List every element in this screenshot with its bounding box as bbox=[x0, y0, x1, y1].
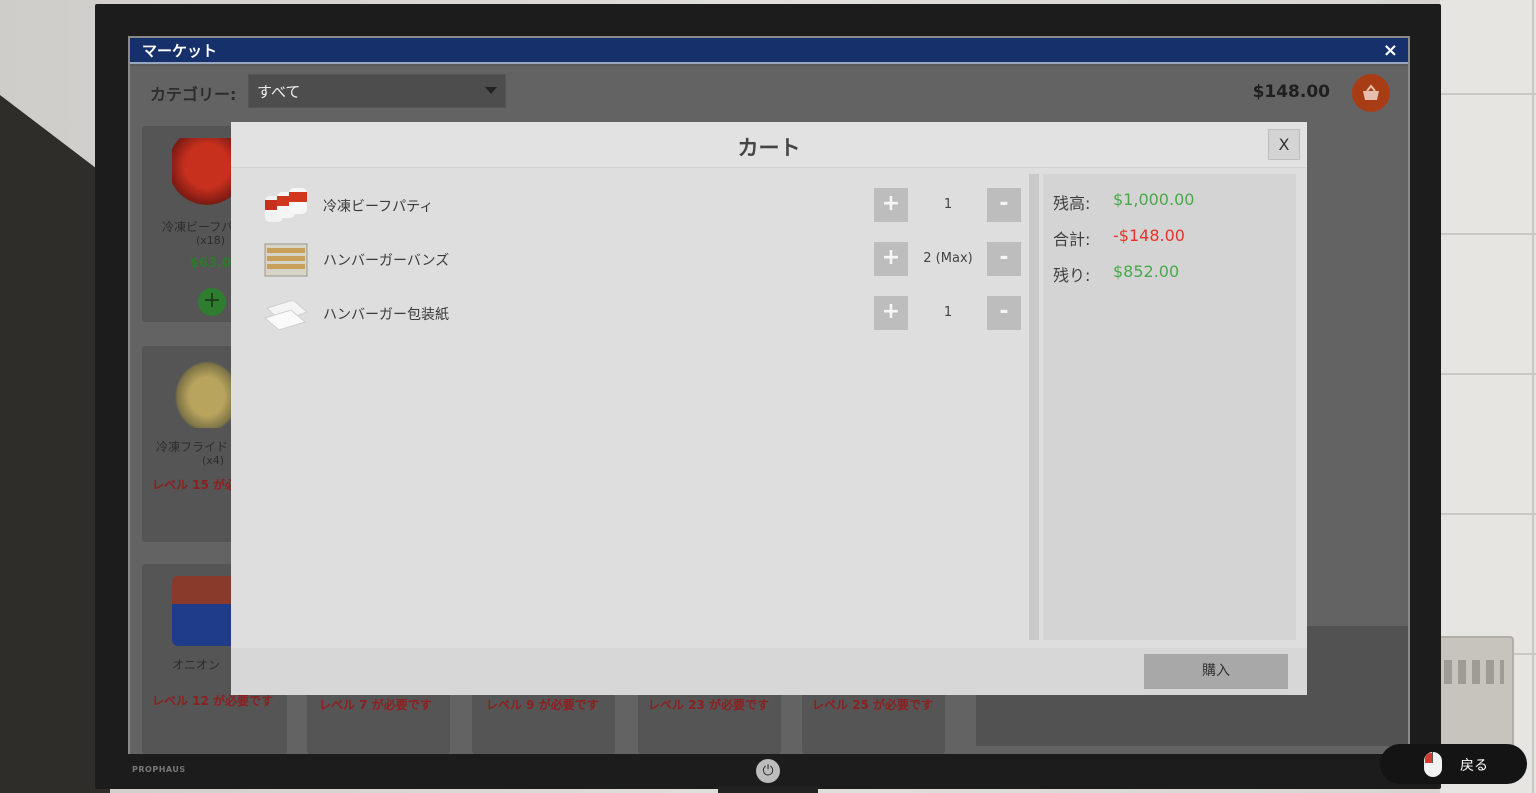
level-lock-text: レベル 15 が必 bbox=[152, 478, 238, 492]
level-lock-text: レベル 7 が必要です bbox=[319, 698, 432, 712]
remaining-value: $852.00 bbox=[1113, 262, 1180, 281]
beef-patty-image bbox=[263, 186, 309, 224]
cart-close-button[interactable]: X bbox=[1268, 129, 1300, 160]
level-lock-text: レベル 25 が必要です bbox=[812, 698, 934, 712]
close-icon[interactable]: × bbox=[1383, 40, 1398, 61]
burger-buns-image bbox=[263, 240, 309, 278]
mouse-right-click-icon bbox=[1424, 752, 1442, 777]
cart-item-quantity: 1 bbox=[943, 305, 953, 320]
monitor-brand: PROPHAUS bbox=[132, 765, 186, 774]
add-to-cart-button[interactable]: + bbox=[198, 288, 226, 316]
product-card: レベル 9 が必要です bbox=[472, 692, 615, 754]
cart-header: カート X bbox=[231, 122, 1307, 168]
balance-display: $148.00 bbox=[1252, 82, 1330, 102]
product-price: $63.0 bbox=[190, 256, 232, 271]
cart-summary: 残高: $1,000.00 合計: -$148.00 残り: $852.00 bbox=[1043, 174, 1296, 640]
category-select[interactable]: すべて bbox=[248, 74, 506, 108]
increase-quantity-button[interactable]: + bbox=[874, 188, 908, 222]
back-hint[interactable]: 戻る bbox=[1380, 744, 1527, 784]
monitor-stand bbox=[718, 786, 818, 793]
total-label: 合計: bbox=[1053, 230, 1091, 249]
back-label: 戻る bbox=[1460, 758, 1488, 774]
basket-glyph bbox=[1363, 84, 1379, 100]
category-label: カテゴリー: bbox=[150, 85, 237, 104]
product-name: 冷凍ビーフパ bbox=[162, 220, 234, 234]
wrapping-paper-image bbox=[263, 294, 309, 332]
balance-label: 残高: bbox=[1053, 194, 1091, 213]
decrease-quantity-button[interactable]: - bbox=[987, 296, 1021, 330]
counter-appliance bbox=[1436, 636, 1514, 756]
level-lock-text: レベル 9 が必要です bbox=[486, 698, 599, 712]
decrease-quantity-button[interactable]: - bbox=[987, 188, 1021, 222]
market-title: マーケット bbox=[142, 41, 218, 60]
cart-item-row: 冷凍ビーフパティ + 1 - bbox=[243, 184, 1028, 224]
cart-item-quantity: 2 (Max) bbox=[923, 251, 973, 266]
product-card: レベル 7 が必要です bbox=[307, 692, 450, 754]
decrease-quantity-button[interactable]: - bbox=[987, 242, 1021, 276]
cart-dialog: カート X 冷凍ビーフパティ + 1 - ハンバーガーバンズ + 2 (Max)… bbox=[231, 122, 1307, 695]
cart-item-name: ハンバーガー包装紙 bbox=[323, 307, 449, 323]
cart-scrollbar[interactable] bbox=[1029, 174, 1039, 640]
increase-quantity-button[interactable]: + bbox=[874, 242, 908, 276]
product-count: (x4) bbox=[202, 454, 225, 467]
product-card: レベル 25 が必要です bbox=[802, 692, 945, 754]
total-value: -$148.00 bbox=[1113, 226, 1185, 245]
market-titlebar: マーケット × bbox=[130, 38, 1408, 64]
purchase-button[interactable]: 購入 bbox=[1144, 654, 1288, 689]
chevron-down-icon bbox=[485, 87, 497, 94]
balance-value: $1,000.00 bbox=[1113, 190, 1195, 209]
cart-item-row: ハンバーガーバンズ + 2 (Max) - bbox=[243, 238, 1028, 278]
level-lock-text: レベル 23 が必要です bbox=[648, 698, 770, 712]
increase-quantity-button[interactable]: + bbox=[874, 296, 908, 330]
product-card: レベル 23 が必要です bbox=[638, 692, 781, 754]
cart-item-name: 冷凍ビーフパティ bbox=[323, 199, 434, 215]
cart-item-row: ハンバーガー包装紙 + 1 - bbox=[243, 292, 1028, 332]
basket-icon[interactable] bbox=[1352, 74, 1390, 112]
cart-item-quantity: 1 bbox=[943, 197, 953, 212]
product-name: オニオン bbox=[172, 658, 221, 672]
remaining-label: 残り: bbox=[1053, 266, 1091, 285]
cart-item-list: 冷凍ビーフパティ + 1 - ハンバーガーバンズ + 2 (Max) - ハンバ… bbox=[243, 176, 1028, 642]
cart-title: カート bbox=[737, 136, 801, 160]
power-icon[interactable]: ⏻ bbox=[756, 759, 780, 783]
product-count: (x18) bbox=[196, 234, 226, 247]
category-value: すべて bbox=[257, 83, 301, 101]
cart-item-name: ハンバーガーバンズ bbox=[323, 253, 450, 269]
dark-shelf bbox=[0, 95, 110, 793]
product-name: 冷凍フライド bbox=[156, 440, 229, 454]
